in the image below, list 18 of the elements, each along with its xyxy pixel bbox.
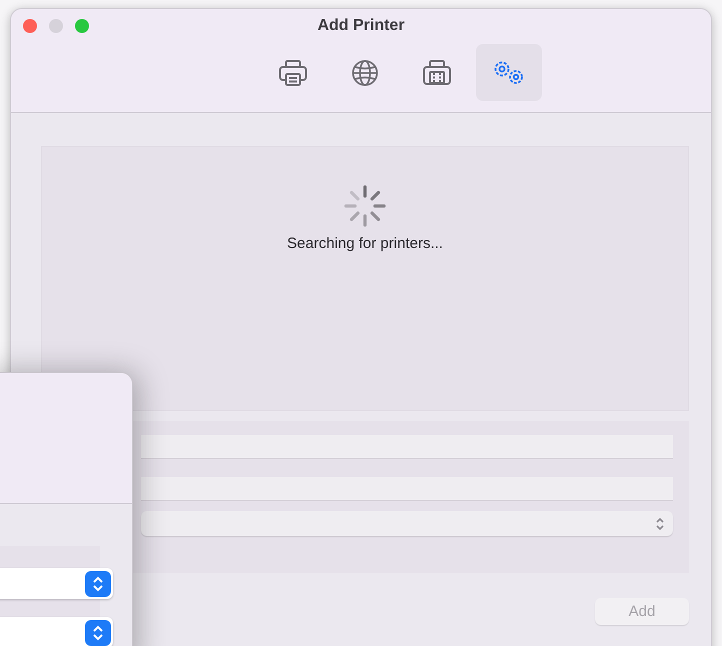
text-field[interactable] — [141, 435, 673, 459]
chevron-icon — [92, 624, 104, 642]
status-text: Searching for printers... — [287, 235, 443, 252]
chevron-icon — [92, 574, 104, 592]
toolbar-tab[interactable] — [476, 44, 542, 101]
printer-icon — [422, 58, 452, 86]
chevron-icon — [655, 516, 665, 532]
printer-icon — [278, 58, 308, 86]
popup-field[interactable] — [0, 568, 113, 599]
window-title: Add Printer — [317, 17, 405, 35]
popup-field[interactable] — [0, 617, 113, 646]
spinner-icon — [344, 185, 386, 227]
text-field[interactable] — [141, 477, 673, 501]
close-button[interactable] — [23, 19, 37, 33]
chevron-button[interactable] — [85, 620, 111, 646]
chevron-button[interactable] — [85, 570, 111, 596]
popup-field[interactable] — [141, 511, 673, 536]
globe-icon — [351, 58, 379, 86]
